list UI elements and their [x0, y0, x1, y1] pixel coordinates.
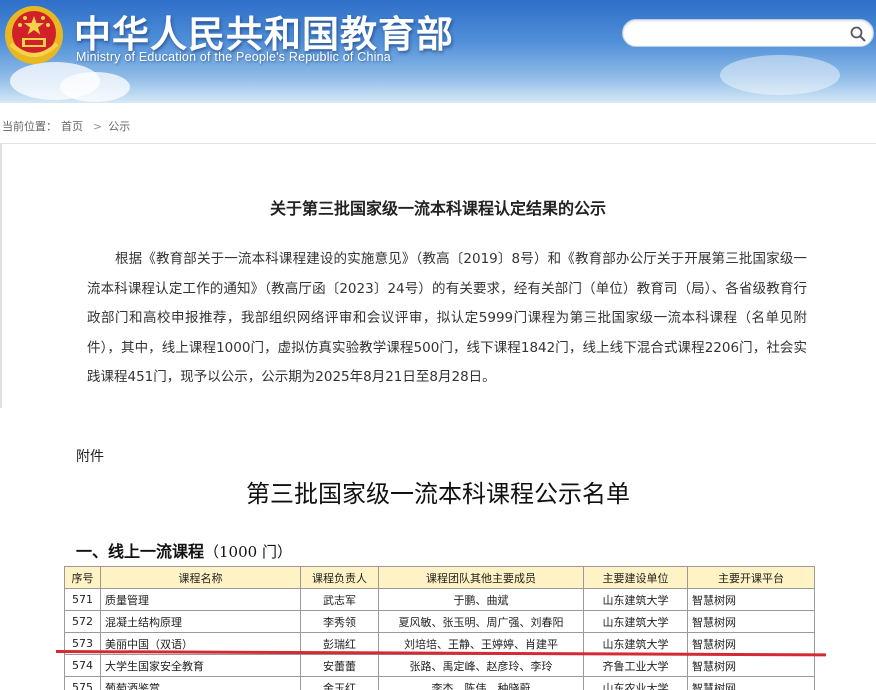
national-emblem-icon — [5, 6, 63, 64]
course-name: 质量管理 — [100, 588, 301, 611]
search-icon[interactable] — [849, 25, 867, 43]
course-name: 葡萄酒鉴赏 — [100, 676, 301, 690]
table-row: 574 大学生国家安全教育 安蕾蕾 张路、禹定峰、赵彦玲、李玲 齐鲁工业大学 智… — [64, 654, 815, 677]
course-name: 大学生国家安全教育 — [100, 654, 301, 677]
institution: 山东建筑大学 — [583, 588, 688, 611]
column-header: 课程名称 — [100, 566, 301, 589]
attachment-label: 附件 — [76, 449, 104, 465]
site-subtitle: Ministry of Education of the People's Re… — [76, 50, 391, 64]
course-lead: 安蕾蕾 — [300, 654, 379, 677]
notice-title: 关于第三批国家级一流本科课程认定结果的公示 — [269, 199, 606, 218]
section-heading: 一、线上一流课程（1000 门） — [76, 538, 292, 562]
course-lead: 金玉红 — [300, 676, 379, 690]
notice-body: 根据《教育部关于一流本科课程建设的实施意见》（教高〔2019〕8号）和《教育部办… — [87, 251, 807, 385]
table-row: 571 质量管理 武志军 于鹏、曲斌 山东建筑大学 智慧树网 — [64, 588, 815, 611]
table-header-row: 序号 课程名称 课程负责人 课程团队其他主要成员 主要建设单位 主要开课平台 — [64, 566, 815, 589]
cloud-decoration — [60, 72, 130, 102]
breadcrumb-separator: > — [93, 120, 103, 133]
row-number: 572 — [64, 610, 101, 633]
institution: 山东建筑大学 — [583, 610, 688, 633]
column-header: 课程团队其他主要成员 — [378, 566, 584, 589]
platform: 智慧树网 — [687, 654, 815, 677]
platform: 智慧树网 — [687, 610, 815, 633]
institution: 齐鲁工业大学 — [583, 654, 688, 677]
column-header: 课程负责人 — [300, 566, 379, 589]
platform: 智慧树网 — [687, 588, 815, 611]
search-input[interactable] — [635, 20, 855, 46]
row-number: 574 — [64, 654, 101, 677]
course-name: 混凝土结构原理 — [100, 610, 301, 633]
attachment-title: 第三批国家级一流本科课程公示名单 — [246, 480, 630, 508]
breadcrumb: 当前位置： 首页 > 公示 — [2, 118, 134, 134]
platform: 智慧树网 — [687, 676, 815, 690]
team-members: 夏风敏、张玉明、周广强、刘春阳 — [378, 610, 584, 633]
cloud-decoration — [720, 55, 840, 95]
course-lead: 李秀领 — [300, 610, 379, 633]
course-lead: 武志军 — [300, 588, 379, 611]
team-members: 李杰、陈伟、种晓蔚 — [378, 676, 584, 690]
team-members: 张路、禹定峰、赵彦玲、李玲 — [378, 654, 584, 677]
column-header: 主要建设单位 — [583, 566, 688, 589]
column-header: 序号 — [64, 566, 101, 589]
row-number: 575 — [64, 676, 101, 690]
course-table: 序号 课程名称 课程负责人 课程团队其他主要成员 主要建设单位 主要开课平台 5… — [64, 566, 815, 690]
search-box[interactable] — [622, 19, 874, 47]
section-count: （1000 门） — [204, 543, 292, 561]
platform: 智慧树网 — [687, 632, 815, 655]
institution: 山东建筑大学 — [583, 632, 688, 655]
team-members: 于鹏、曲斌 — [378, 588, 584, 611]
notice-divider — [0, 143, 2, 408]
column-header: 主要开课平台 — [687, 566, 815, 589]
breadcrumb-home-link[interactable]: 首页 — [61, 120, 83, 133]
breadcrumb-current[interactable]: 公示 — [108, 120, 130, 133]
breadcrumb-label: 当前位置： — [2, 120, 57, 133]
section-heading-text: 一、线上一流课程 — [76, 542, 205, 561]
table-row: 575 葡萄酒鉴赏 金玉红 李杰、陈伟、种晓蔚 山东农业大学 智慧树网 — [64, 676, 815, 690]
institution: 山东农业大学 — [583, 676, 688, 690]
row-number: 571 — [64, 588, 101, 611]
site-header-banner: 中华人民共和国教育部 Ministry of Education of the … — [0, 0, 876, 103]
table-row: 572 混凝土结构原理 李秀领 夏风敏、张玉明、周广强、刘春阳 山东建筑大学 智… — [64, 610, 815, 633]
